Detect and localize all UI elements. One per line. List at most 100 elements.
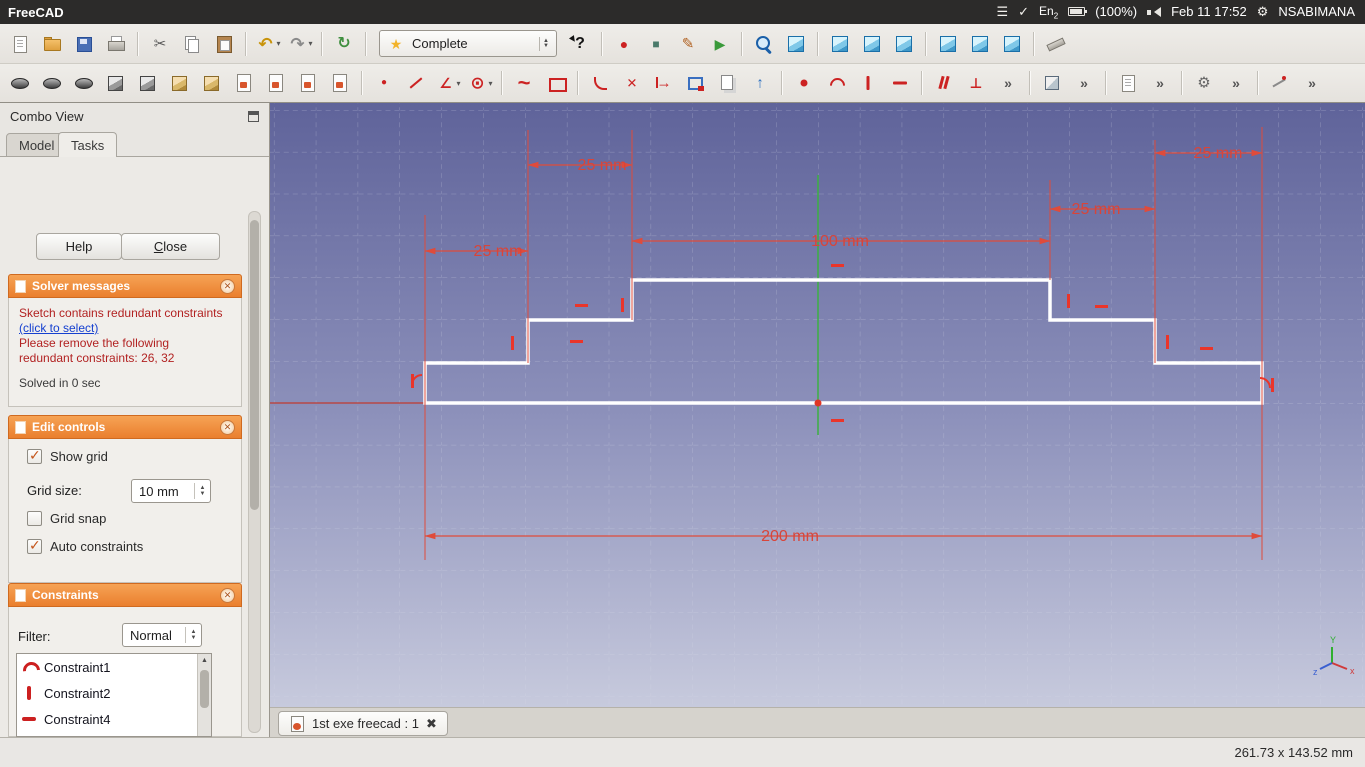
extend-edge-button[interactable] [649, 68, 679, 98]
paste-button[interactable] [209, 29, 239, 59]
show-grid-label[interactable]: Show grid [50, 449, 108, 464]
scrollbar-thumb[interactable] [200, 670, 209, 708]
dimension-label[interactable]: 200 mm [761, 528, 819, 545]
create-circle-button[interactable]: ▾ [465, 68, 495, 98]
scroll-up-icon[interactable]: ▲ [198, 654, 211, 664]
external-geometry-button[interactable] [681, 68, 711, 98]
macro-play-button[interactable] [705, 29, 735, 59]
auto-constraints-label[interactable]: Auto constraints [50, 539, 143, 554]
grid-size-input[interactable]: 10 mm ▲ ▼ [131, 479, 211, 503]
constrain-horizontal-button[interactable] [885, 68, 915, 98]
dimension-label[interactable]: 100 mm [811, 233, 869, 250]
dimension-label[interactable]: 25 mm [474, 243, 523, 260]
constraint-item[interactable]: Constraint4 [17, 706, 211, 732]
create-bspline-button[interactable] [509, 68, 539, 98]
list-scrollbar[interactable]: ▲ [197, 654, 211, 736]
zoom-fit-all-button[interactable] [749, 29, 779, 59]
dropdown-caret-icon[interactable]: ▾ [276, 39, 280, 48]
spinner-arrows-icon[interactable]: ▲ ▼ [194, 483, 210, 499]
constraints-overflow-button[interactable] [993, 68, 1023, 98]
clock[interactable]: Feb 11 17:52 [1171, 4, 1247, 19]
sketch-create-button[interactable] [229, 68, 259, 98]
constrain-coincident-button[interactable] [789, 68, 819, 98]
create-polyline-button[interactable]: ▾ [433, 68, 463, 98]
redo-button[interactable]: ▾ [285, 29, 315, 59]
tab-close-icon[interactable]: ✖ [426, 716, 437, 732]
open-document-button[interactable] [37, 29, 67, 59]
session-gear-icon[interactable]: ⚙ [1257, 4, 1269, 20]
view-bottom-button[interactable] [965, 29, 995, 59]
view-right-button[interactable] [889, 29, 919, 59]
constrain-perpendicular-button[interactable] [961, 68, 991, 98]
grid-snap-checkbox[interactable] [27, 511, 42, 526]
section-close-icon[interactable]: ✕ [220, 419, 235, 435]
view-front-button[interactable] [825, 29, 855, 59]
cut-button[interactable] [145, 29, 175, 59]
view-rear-button[interactable] [933, 29, 963, 59]
sketch-map-button[interactable] [293, 68, 323, 98]
whats-this-button[interactable] [565, 29, 595, 59]
trim-edge-button[interactable] [617, 68, 647, 98]
constrain-block-button[interactable] [1037, 68, 1067, 98]
document-tab[interactable]: 1st exe freecad : 1 ✖ [278, 711, 448, 736]
undo-button[interactable]: ▾ [253, 29, 283, 59]
close-button[interactable]: Close [121, 233, 220, 260]
grid-snap-label[interactable]: Grid snap [50, 511, 106, 526]
macro-stop-button[interactable] [641, 29, 671, 59]
dropdown-arrows-icon[interactable]: ▲ ▼ [539, 36, 552, 51]
origin-point[interactable] [814, 399, 822, 407]
part-fillet-button[interactable] [197, 68, 227, 98]
settings-overflow-button[interactable] [1221, 68, 1251, 98]
measure-overflow-button[interactable] [1297, 68, 1327, 98]
keyboard-indicator[interactable]: En2 [1039, 4, 1058, 20]
part-cut-button[interactable] [133, 68, 163, 98]
copy-button[interactable] [177, 29, 207, 59]
macro-record-button[interactable] [609, 29, 639, 59]
carbon-copy-button[interactable] [713, 68, 743, 98]
sketch-validate-button[interactable] [325, 68, 355, 98]
dimension-label[interactable]: 25 mm [1072, 201, 1121, 218]
part-cylinder-button[interactable] [5, 68, 35, 98]
battery-icon[interactable] [1068, 7, 1088, 17]
show-grid-checkbox[interactable] [27, 447, 42, 464]
volume-icon[interactable] [1147, 6, 1162, 18]
leave-sketch-button[interactable] [745, 68, 775, 98]
workbench-selector[interactable]: Complete ▲▼ [379, 30, 557, 57]
dropdown-arrows-icon[interactable]: ▲ ▼ [185, 627, 201, 643]
print-button[interactable] [101, 29, 131, 59]
part-chamfer-button[interactable] [165, 68, 195, 98]
create-rectangle-button[interactable] [541, 68, 571, 98]
help-button[interactable]: Help [36, 233, 122, 260]
panel-scrollbar[interactable] [248, 211, 261, 733]
part-sphere-button[interactable] [37, 68, 67, 98]
dimension-label[interactable]: 25 mm [578, 157, 627, 174]
scrollbar-thumb[interactable] [250, 220, 259, 510]
save-document-button[interactable] [69, 29, 99, 59]
create-point-button[interactable] [369, 68, 399, 98]
constrain-parallel-button[interactable] [929, 68, 959, 98]
constraint-item[interactable]: Constraint1 [17, 654, 211, 680]
user-name[interactable]: NSABIMANA [1278, 4, 1355, 19]
dropdown-caret-icon[interactable]: ▾ [308, 39, 312, 48]
sketcher-settings-button[interactable] [1189, 68, 1219, 98]
view-axonometric-button[interactable] [781, 29, 811, 59]
sketcher-tools-button[interactable] [1113, 68, 1143, 98]
tools-overflow-button[interactable] [1145, 68, 1175, 98]
section-close-icon[interactable]: ✕ [220, 278, 235, 294]
constrain-point-on-object-button[interactable] [821, 68, 851, 98]
3d-viewport[interactable]: 25 mm 25 mm 25 mm 25 mm 100 mm 200 mm Y … [270, 103, 1365, 707]
float-panel-icon[interactable] [248, 110, 259, 122]
section-close-icon[interactable]: ✕ [220, 587, 235, 603]
constraint-item[interactable]: Constraint2 [17, 680, 211, 706]
new-document-button[interactable] [5, 29, 35, 59]
tab-tasks[interactable]: Tasks [58, 132, 118, 158]
filter-select[interactable]: Normal ▲ ▼ [122, 623, 202, 647]
indicator-check-icon[interactable]: ✓ [1018, 4, 1029, 20]
refresh-button[interactable] [329, 29, 359, 59]
measure-angle-button[interactable] [1265, 68, 1295, 98]
macro-edit-button[interactable] [673, 29, 703, 59]
create-line-button[interactable] [401, 68, 431, 98]
solver-select-link[interactable]: (click to select) [19, 321, 98, 335]
menu-icon[interactable]: ☰ [996, 4, 1008, 20]
measure-distance-button[interactable] [1041, 29, 1071, 59]
